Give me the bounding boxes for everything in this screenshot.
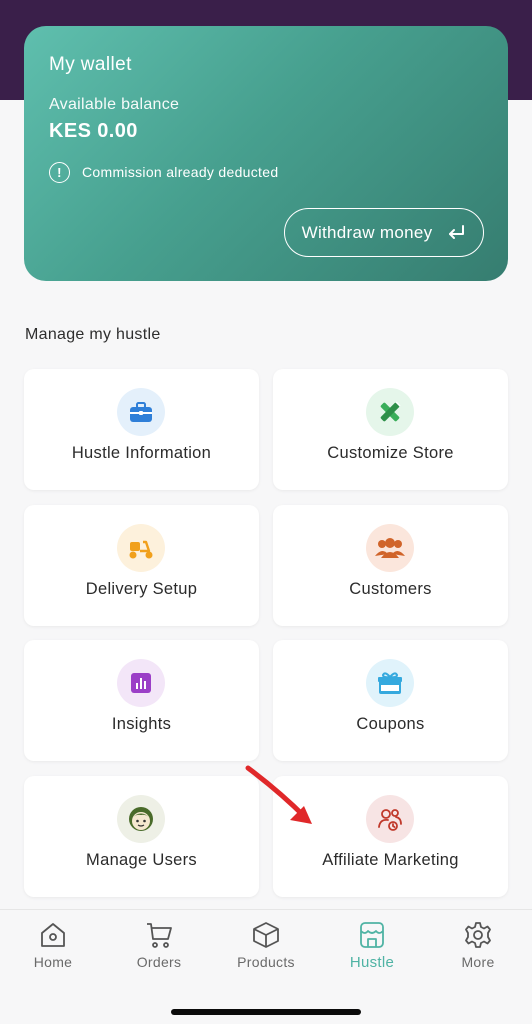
commission-note-text: Commission already deducted [82,164,279,180]
affiliate-users-icon [366,795,414,843]
briefcase-icon [117,388,165,436]
gift-icon [366,659,414,707]
home-icon [41,923,65,947]
tile-coupons[interactable]: Coupons [273,640,508,761]
tile-label: Insights [111,715,172,733]
balance-amount: KES 0.00 [49,120,138,142]
tile-delivery-setup[interactable]: Delivery Setup [24,505,259,626]
info-icon: ! [49,161,70,183]
tile-manage-users[interactable]: Manage Users [24,776,259,897]
home-indicator [171,1009,361,1015]
user-face-icon [117,795,165,843]
tile-customers[interactable]: Customers [273,505,508,626]
nav-products[interactable]: Products [221,920,311,970]
withdraw-money-label: Withdraw money [301,222,433,242]
bottom-nav: Home Orders Products Hustle More [0,909,532,1024]
tile-label: Affiliate Marketing [322,851,459,869]
nav-label: Products [237,954,295,970]
tile-insights[interactable]: Insights [24,640,259,761]
box-icon [253,922,279,948]
people-group-icon [366,524,414,572]
bar-chart-icon [117,659,165,707]
ruler-pencil-icon [366,388,414,436]
nav-orders[interactable]: Orders [114,920,204,970]
annotation-arrow-icon [245,765,312,824]
tile-label: Coupons [356,715,425,733]
tile-label: Hustle Information [71,444,212,462]
tile-label: Delivery Setup [85,580,198,598]
nav-more[interactable]: More [433,920,523,970]
gear-icon [465,922,491,948]
scooter-icon [117,524,165,572]
nav-label: Orders [136,954,182,970]
commission-note: ! Commission already deducted [49,161,278,183]
nav-hustle[interactable]: Hustle [327,920,417,971]
tile-hustle-information[interactable]: Hustle Information [24,369,259,490]
tile-label: Customize Store [327,444,454,462]
return-arrow-icon [449,224,465,239]
nav-label: Hustle [349,954,395,971]
nav-label: Home [33,954,73,970]
wallet-title: My wallet [49,54,132,75]
storefront-icon [360,922,384,948]
tile-label: Customers [349,580,432,598]
nav-home[interactable]: Home [8,920,98,970]
nav-label: More [461,954,495,970]
cart-icon [147,923,172,948]
balance-label: Available balance [49,96,180,113]
withdraw-money-button[interactable]: Withdraw money [284,208,484,257]
tile-label: Manage Users [86,851,197,869]
wallet-card: My wallet Available balance KES 0.00 ! C… [24,26,508,281]
tile-customize-store[interactable]: Customize Store [273,369,508,490]
section-title: Manage my hustle [25,326,161,343]
